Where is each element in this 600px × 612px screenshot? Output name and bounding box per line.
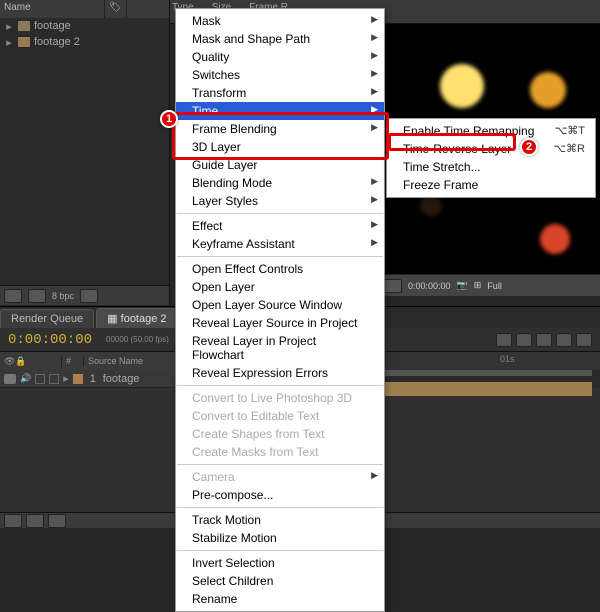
- submenu-enable-time-remapping[interactable]: Enable Time Remapping⌥⌘T: [387, 122, 595, 140]
- menu-separator: [177, 256, 383, 257]
- submenu-time-stretch[interactable]: Time Stretch...: [387, 158, 595, 176]
- menu-frame-blending[interactable]: Frame Blending: [176, 120, 384, 138]
- preview-time[interactable]: 0:00:00:00: [408, 281, 451, 291]
- menu-separator: [177, 507, 383, 508]
- project-item-name: footage 2: [34, 36, 80, 48]
- menu-open-layer-source-window[interactable]: Open Layer Source Window: [176, 296, 384, 314]
- menu-open-effect-controls[interactable]: Open Effect Controls: [176, 260, 384, 278]
- twirl-icon[interactable]: ▸: [63, 372, 69, 385]
- menu-3d-layer[interactable]: 3D Layer: [176, 138, 384, 156]
- menu-separator: [177, 464, 383, 465]
- submenu-time-reverse-layer[interactable]: Time-Reverse Layer⌥⌘R: [387, 140, 595, 158]
- brainstorm-button[interactable]: [576, 333, 592, 347]
- solo-checkbox[interactable]: [35, 374, 45, 384]
- shy-button[interactable]: [496, 333, 512, 347]
- menu-create-shapes-text: Create Shapes from Text: [176, 425, 384, 443]
- project-columns: Name 🏷: [0, 0, 169, 18]
- frameblend-button[interactable]: [516, 333, 532, 347]
- menu-time[interactable]: Time: [176, 102, 384, 120]
- menu-reveal-source-project[interactable]: Reveal Layer Source in Project: [176, 314, 384, 332]
- menu-switches[interactable]: Switches: [176, 66, 384, 84]
- time-submenu: Enable Time Remapping⌥⌘T Time-Reverse La…: [386, 118, 596, 198]
- menu-separator: [177, 550, 383, 551]
- annotation-badge-1: 1: [160, 110, 178, 128]
- col-name[interactable]: Name: [0, 0, 105, 18]
- shortcut-label: ⌥⌘R: [553, 142, 585, 155]
- annotation-badge-2: 2: [520, 138, 538, 156]
- motionblur-button[interactable]: [536, 333, 552, 347]
- eye-icon[interactable]: [4, 374, 16, 384]
- current-time[interactable]: 0:00:00:00: [8, 332, 92, 348]
- project-item-name: footage: [34, 20, 71, 32]
- grid-icon[interactable]: ⊞: [474, 280, 482, 291]
- menu-reveal-flowchart[interactable]: Reveal Layer in Project Flowchart: [176, 332, 384, 364]
- comp-icon: [18, 37, 30, 47]
- camera-icon[interactable]: 📷: [457, 280, 468, 291]
- menu-select-children[interactable]: Select Children: [176, 572, 384, 590]
- speaker-icon[interactable]: 🔊: [20, 373, 31, 384]
- menu-open-layer[interactable]: Open Layer: [176, 278, 384, 296]
- menu-transform[interactable]: Transform: [176, 84, 384, 102]
- menu-mask[interactable]: Mask: [176, 12, 384, 30]
- menu-layer-styles[interactable]: Layer Styles: [176, 192, 384, 210]
- menu-reveal-expression-errors[interactable]: Reveal Expression Errors: [176, 364, 384, 382]
- menu-stabilize-motion[interactable]: Stabilize Motion: [176, 529, 384, 547]
- layer-number: 1: [87, 373, 99, 385]
- menu-rename[interactable]: Rename: [176, 590, 384, 608]
- shortcut-label: ⌥⌘T: [555, 124, 585, 137]
- expand-button[interactable]: [48, 514, 66, 528]
- lock-checkbox[interactable]: [49, 374, 59, 384]
- layer-context-menu: Mask Mask and Shape Path Quality Switche…: [175, 8, 385, 612]
- toggle-switches-button[interactable]: [4, 514, 22, 528]
- tab-render-queue[interactable]: Render Queue: [0, 309, 94, 328]
- menu-blending-mode[interactable]: Blending Mode: [176, 174, 384, 192]
- layer-color-swatch[interactable]: [73, 374, 83, 384]
- preview-footer: 0:00:00:00 📷 ⊞ Full: [380, 274, 600, 296]
- menu-track-motion[interactable]: Track Motion: [176, 511, 384, 529]
- menu-create-masks-text: Create Masks from Text: [176, 443, 384, 461]
- comp-icon-small: ▦: [107, 313, 117, 325]
- new-folder-button[interactable]: [28, 289, 46, 303]
- menu-invert-selection[interactable]: Invert Selection: [176, 554, 384, 572]
- twirl-icon[interactable]: ▸: [4, 20, 14, 33]
- trash-button[interactable]: [80, 289, 98, 303]
- resolution-dropdown[interactable]: Full: [487, 281, 502, 291]
- project-row[interactable]: ▸ footage 2: [0, 34, 169, 50]
- bpc-label[interactable]: 8 bpc: [52, 291, 74, 301]
- menu-keyframe-assistant[interactable]: Keyframe Assistant: [176, 235, 384, 253]
- menu-separator: [177, 385, 383, 386]
- magnify-button[interactable]: [384, 279, 402, 293]
- twirl-icon[interactable]: ▸: [4, 36, 14, 49]
- footage-icon: [18, 21, 30, 31]
- menu-mask-shape-path[interactable]: Mask and Shape Path: [176, 30, 384, 48]
- menu-quality[interactable]: Quality: [176, 48, 384, 66]
- timeline-switches: [496, 333, 592, 347]
- menu-camera: Camera: [176, 468, 384, 486]
- project-footer: 8 bpc: [0, 285, 169, 305]
- av-switches-icon: 👁🔒: [4, 356, 27, 366]
- menu-precompose[interactable]: Pre-compose...: [176, 486, 384, 504]
- menu-convert-editable-text: Convert to Editable Text: [176, 407, 384, 425]
- menu-effect[interactable]: Effect: [176, 217, 384, 235]
- graph-button[interactable]: [556, 333, 572, 347]
- menu-convert-photoshop-3d: Convert to Live Photoshop 3D: [176, 389, 384, 407]
- submenu-freeze-frame[interactable]: Freeze Frame: [387, 176, 595, 194]
- bokeh-light: [530, 72, 566, 108]
- frame-info: 00000 (50.00 fps): [106, 335, 169, 344]
- project-panel: Name 🏷 ▸ footage ▸ footage 2 8 bpc: [0, 0, 170, 305]
- toggle-modes-button[interactable]: [26, 514, 44, 528]
- bokeh-light: [540, 224, 570, 254]
- bokeh-light: [440, 64, 484, 108]
- menu-separator: [177, 213, 383, 214]
- menu-guide-layer[interactable]: Guide Layer: [176, 156, 384, 174]
- project-row[interactable]: ▸ footage: [0, 18, 169, 34]
- interpret-footage-button[interactable]: [4, 289, 22, 303]
- col-label-icon[interactable]: 🏷: [105, 0, 127, 18]
